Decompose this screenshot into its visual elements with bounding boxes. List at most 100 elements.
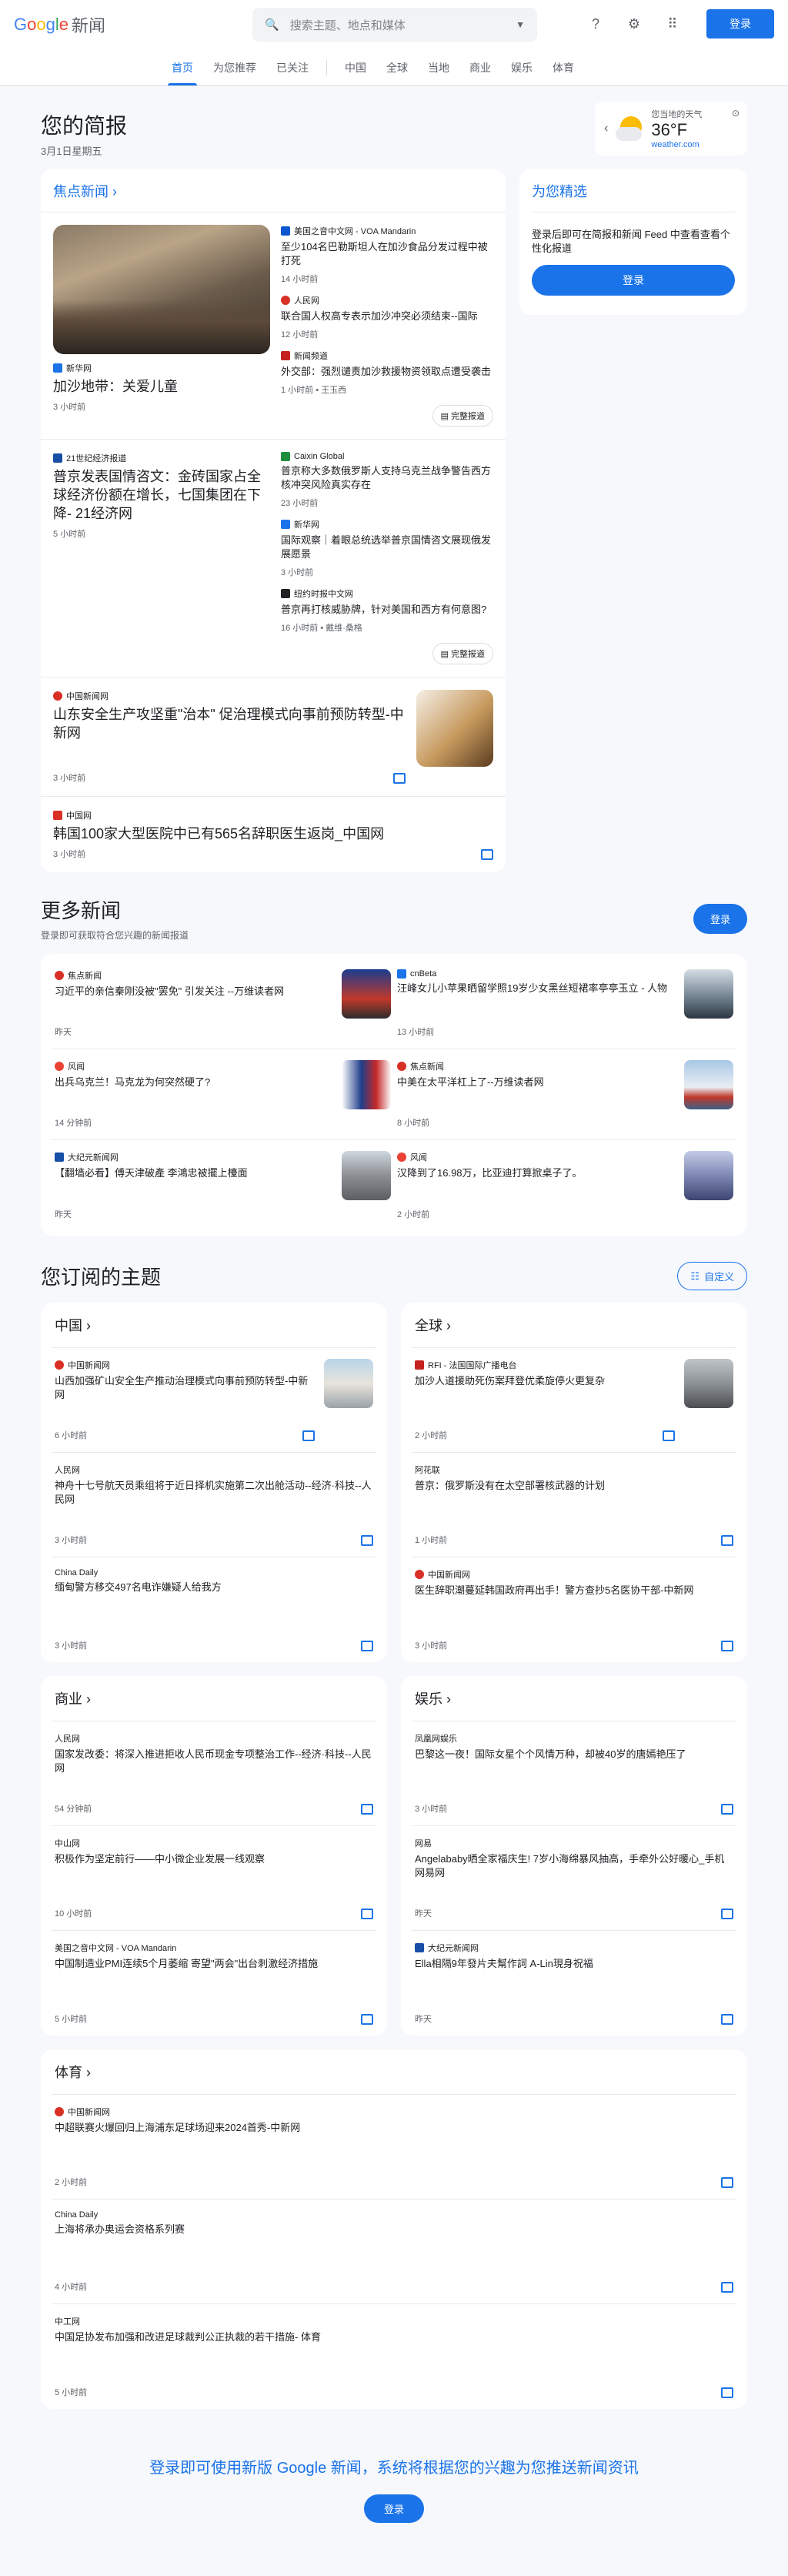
full-coverage-icon[interactable] (663, 1430, 675, 1441)
headline-link[interactable]: 普京再打核威胁牌，针对美国和西方有何意图? (281, 603, 493, 617)
footer-login-button[interactable]: 登录 (363, 2494, 424, 2523)
topic-title[interactable]: 商业 › (52, 1676, 376, 1721)
topics-grid: 中国 › 中国新闻网 山西加强矿山安全生产推动治理模式向事前预防转型-中新网 6 小… (41, 1303, 747, 2036)
tab-following[interactable]: 已关注 (266, 60, 319, 85)
tab-china[interactable]: 中国 (335, 60, 376, 85)
search-box[interactable]: 🔍 搜索主题、地点和媒体 ▼ (252, 8, 537, 42)
source-line: 阿花联 (415, 1464, 733, 1476)
more-news-subtitle: 登录即可获取符合您兴趣的新闻报道 (41, 930, 189, 941)
headline-link[interactable]: 外交部：强烈谴责加沙救援物资领取点遭受袭击 (281, 365, 493, 379)
headline-link[interactable]: 普京发表国情咨文：金砖国家占全球经济份额在增长，七国集团在下降- 21经济网 (53, 467, 270, 523)
headline-link[interactable]: Ella相隔9年發片夫幫作詞 A-Lin現身祝福 (415, 1957, 733, 1971)
story-thumbnail[interactable] (342, 1151, 391, 1200)
apps-grid-icon[interactable]: ⠿ (660, 12, 685, 36)
tab-business[interactable]: 商业 (459, 60, 501, 85)
headline-link[interactable]: Angelababy晒全家福庆生! 7岁小海绵暴风抽高，手牵外公好暖心_手机网易… (415, 1852, 733, 1880)
headline-link[interactable]: 巴黎这一夜！国际女星个个风情万种，却被40岁的唐嫣艳压了 (415, 1748, 733, 1761)
full-coverage-icon[interactable] (721, 1909, 733, 1919)
story-thumbnail[interactable] (416, 690, 493, 767)
story-thumbnail[interactable] (684, 1151, 733, 1200)
full-coverage-icon[interactable] (481, 849, 493, 860)
full-coverage-icon[interactable] (361, 1535, 373, 1546)
full-coverage-button[interactable]: ▤ 完整报道 (432, 405, 493, 427)
topic-title[interactable]: 中国 › (52, 1303, 376, 1348)
full-coverage-icon[interactable] (302, 1430, 315, 1441)
story-image[interactable] (53, 225, 270, 354)
full-coverage-icon[interactable] (721, 2387, 733, 2398)
story-thumbnail[interactable] (342, 1060, 391, 1109)
headline-link[interactable]: 积极作为坚定前行——中小微企业发展一线观察 (55, 1852, 373, 1866)
headline-link[interactable]: 中国足协发布加强和改进足球裁判公正执裁的若干措施- 体育 (55, 2330, 733, 2344)
timestamp: 3 小时前 (53, 403, 86, 412)
top-stories-heading[interactable]: 焦点新闻 › (41, 169, 506, 212)
customize-button[interactable]: ☷ 自定义 (677, 1262, 747, 1290)
headline-link[interactable]: 加沙地带：关爱儿童 (53, 377, 270, 396)
headline-link[interactable]: 国家发改委：将深入推进拒收人民币现金专项整治工作--经济·科技--人民网 (55, 1748, 373, 1775)
headline-link[interactable]: 韩国100家大型医院中已有565名辞职医生返岗_中国网 (53, 825, 493, 843)
headline-link[interactable]: 普京：俄罗斯没有在太空部署核武器的计划 (415, 1479, 733, 1493)
full-coverage-icon[interactable] (361, 1909, 373, 1919)
weather-widget[interactable]: ‹ 您当地的天气 36°F weather.com ⊙ (595, 102, 747, 156)
tab-world[interactable]: 全球 (376, 60, 418, 85)
gear-icon[interactable]: ⚙ (622, 12, 646, 36)
story-thumbnail[interactable] (324, 1359, 373, 1408)
for-you-login-button[interactable]: 登录 (532, 265, 735, 296)
full-coverage-icon[interactable] (721, 2282, 733, 2293)
full-coverage-icon[interactable] (361, 1804, 373, 1815)
headline-link[interactable]: 汉降到了16.98万，比亚迪打算掀桌子了。 (397, 1166, 675, 1180)
full-coverage-icon[interactable] (361, 1641, 373, 1651)
tab-for-you[interactable]: 为您推荐 (203, 60, 266, 85)
tab-home[interactable]: 首页 (162, 60, 203, 85)
headline-link[interactable]: 至少104名巴勒斯坦人在加沙食品分发过程中被打死 (281, 240, 493, 268)
full-coverage-icon[interactable] (721, 1641, 733, 1651)
headline-link[interactable]: 中美在太平洋杠上了--万维读者网 (397, 1076, 675, 1089)
headline-link[interactable]: 加沙人道援助死伤案拜登优柔旋停火更复杂 (415, 1374, 675, 1388)
source-logo-icon (53, 691, 62, 701)
headline-link[interactable]: 联合国人权高专表示加沙冲突必须结束--国际 (281, 309, 493, 323)
story-thumbnail[interactable] (342, 969, 391, 1019)
tab-sports[interactable]: 体育 (543, 60, 584, 85)
headline-link[interactable]: 山西加强矿山安全生产推动治理模式向事前预防转型-中新网 (55, 1374, 315, 1402)
topic-title[interactable]: 全球 › (412, 1303, 736, 1348)
chevron-down-icon[interactable]: ▼ (516, 19, 525, 30)
headline-link[interactable]: 中超联赛火爆回归上海浦东足球场迎来2024首秀-中新网 (55, 2121, 733, 2135)
source-logo-icon (397, 969, 406, 979)
full-coverage-icon[interactable] (721, 1535, 733, 1546)
full-coverage-icon[interactable] (721, 2014, 733, 2025)
more-news-login-button[interactable]: 登录 (693, 903, 747, 934)
headline-link[interactable]: 【翻墙必看】傅天津破產 李鴻忠被擺上檯面 (55, 1166, 332, 1180)
chevron-left-icon[interactable]: ‹ (604, 122, 608, 135)
login-button[interactable]: 登录 (706, 9, 774, 38)
headline-link[interactable]: 缅甸警方移交497名电诈嫌疑人给我方 (55, 1581, 373, 1594)
headline-link[interactable]: 普京称大多数俄罗斯人支持乌克兰战争警告西方核冲突风险真实存在 (281, 464, 493, 492)
source-name: 大纪元新闻网 (68, 1153, 119, 1163)
story-thumbnail[interactable] (684, 1060, 733, 1109)
location-icon[interactable]: ⊙ (732, 108, 740, 119)
full-coverage-icon[interactable] (393, 773, 406, 784)
full-coverage-button[interactable]: ▤ 完整报道 (432, 643, 493, 664)
topic-title[interactable]: 娱乐 › (412, 1676, 736, 1721)
story-thumbnail[interactable] (684, 1359, 733, 1408)
full-coverage-icon[interactable] (721, 2177, 733, 2188)
search-input[interactable]: 搜索主题、地点和媒体 (290, 17, 406, 33)
help-icon[interactable]: ? (583, 12, 608, 36)
search-icon[interactable]: 🔍 (265, 18, 279, 32)
tab-local[interactable]: 当地 (418, 60, 459, 85)
headline-link[interactable]: 神舟十七号航天员乘组将于近日择机实施第二次出舱活动--经济·科技--人民网 (55, 1479, 373, 1507)
topic-title[interactable]: 体育 › (52, 2049, 736, 2095)
story-thumbnail[interactable] (684, 969, 733, 1019)
full-coverage-icon[interactable] (721, 1804, 733, 1815)
headline-link[interactable]: 习近平的亲信秦刚没被"罢免" 引发关注 --万维读者网 (55, 985, 332, 999)
headline-link[interactable]: 出兵乌克兰！马克龙为何突然硬了? (55, 1076, 332, 1089)
headline-link[interactable]: 医生辞职潮蔓延韩国政府再出手！警方查抄5名医协干部-中新网 (415, 1584, 733, 1597)
headline-link[interactable]: 山东安全生产攻坚重"治本" 促治理模式向事前预防转型-中新网 (53, 705, 406, 742)
headline-link[interactable]: 汪峰女儿小苹果晒留学照19岁少女黑丝短裙率亭亭玉立 - 人物 (397, 982, 675, 995)
weather-source[interactable]: weather.com (651, 140, 702, 149)
full-coverage-icon[interactable] (361, 2014, 373, 2025)
google-news-logo[interactable]: Google 新闻 (14, 12, 129, 37)
headline-link[interactable]: 上海将承办奥运会资格系列赛 (55, 2223, 733, 2236)
source-logo-icon (397, 1062, 406, 1071)
tab-entertainment[interactable]: 娱乐 (501, 60, 543, 85)
headline-link[interactable]: 中国制造业PMI连续5个月萎缩 寄望"两会"出台刺激经济措施 (55, 1957, 373, 1971)
headline-link[interactable]: 国际观察｜着眼总统选举普京国情咨文展现俄发展愿景 (281, 534, 493, 561)
